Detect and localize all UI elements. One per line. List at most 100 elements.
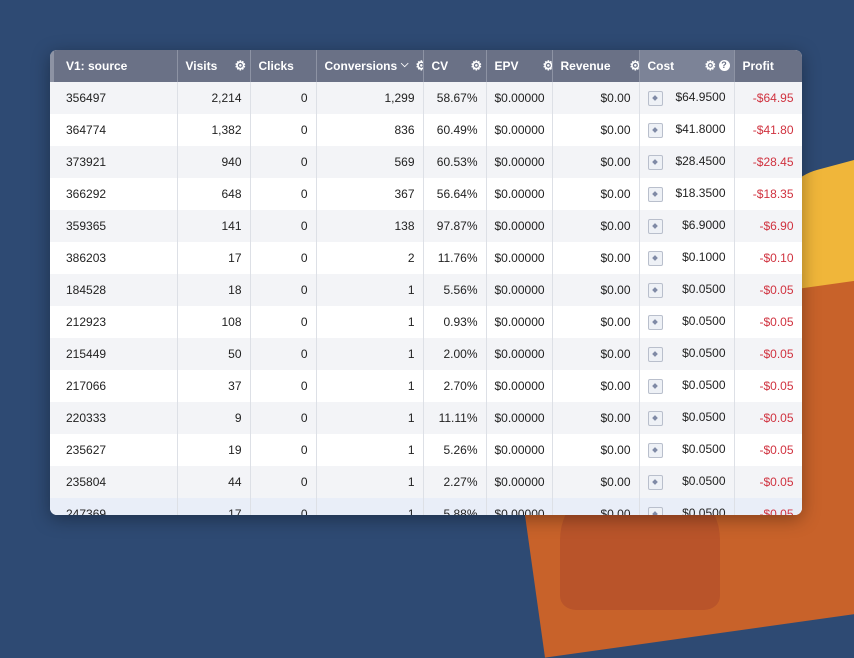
column-header-revenue[interactable]: Revenue ⚙ bbox=[552, 50, 640, 82]
table-row[interactable]: 215449 50 0 1 2.00% $0.00000 $0.00 $0.0500 -$0.0… bbox=[50, 338, 802, 370]
cell-epv: $0.00000 bbox=[486, 82, 553, 114]
cost-edit-icon[interactable] bbox=[647, 507, 663, 515]
cell-value: 5.56% bbox=[443, 283, 478, 297]
table-row[interactable]: 235627 19 0 1 5.26% $0.00000 $0.00 $0.0500 -$0.0… bbox=[50, 434, 802, 466]
cell-value: $0.00 bbox=[600, 379, 631, 393]
cell-profit: -$6.90 bbox=[734, 210, 802, 242]
table-row[interactable]: 220333 9 0 1 11.11% $0.00000 $0.00 $0.0500 -$0.0… bbox=[50, 402, 802, 434]
cell-value: 1 bbox=[407, 315, 415, 329]
cell-visits: 108 bbox=[177, 306, 251, 338]
table-row[interactable]: 184528 18 0 1 5.56% $0.00000 $0.00 $0.0500 -$0.0… bbox=[50, 274, 802, 306]
column-header-epv[interactable]: EPV ⚙ bbox=[486, 50, 553, 82]
cell-value: $0.00000 bbox=[494, 155, 545, 169]
cell-cost[interactable]: $0.0500 bbox=[639, 306, 735, 338]
cell-cost[interactable]: $41.8000 bbox=[639, 114, 735, 146]
gear-icon[interactable]: ⚙ bbox=[471, 59, 484, 72]
cell-visits: 940 bbox=[177, 146, 251, 178]
cell-cost[interactable]: $0.1000 bbox=[639, 242, 735, 274]
cell-value: 0 bbox=[300, 219, 308, 233]
cost-edit-icon[interactable] bbox=[647, 251, 663, 266]
cell-value: 141 bbox=[221, 219, 242, 233]
table-row[interactable]: 373921 940 0 569 60.53% $0.00000 $0.00 $28.4500… bbox=[50, 146, 802, 178]
table-row[interactable]: 356497 2,214 0 1,299 58.67% $0.00000 $0.00 $64.… bbox=[50, 82, 802, 114]
cell-clicks: 0 bbox=[250, 210, 317, 242]
column-label: Cost bbox=[647, 59, 675, 73]
gear-icon[interactable]: ⚙ bbox=[630, 59, 639, 72]
column-header-source[interactable]: V1: source bbox=[50, 50, 178, 82]
cell-visits: 37 bbox=[177, 370, 251, 402]
cell-clicks: 0 bbox=[250, 498, 317, 515]
cost-edit-icon[interactable] bbox=[647, 443, 663, 458]
cell-cost[interactable]: $28.4500 bbox=[639, 146, 735, 178]
chevron-down-icon[interactable]: ⌵ bbox=[401, 59, 409, 70]
cell-value: $0.0500 bbox=[682, 282, 726, 296]
cost-edit-icon[interactable] bbox=[647, 123, 663, 138]
cell-conversions: 1 bbox=[316, 338, 424, 370]
gear-icon[interactable]: ⚙ bbox=[416, 59, 423, 72]
gear-icon[interactable]: ⚙ bbox=[543, 59, 552, 72]
cell-conversions: 138 bbox=[316, 210, 424, 242]
cell-value: $0.00000 bbox=[494, 283, 545, 297]
cell-revenue: $0.00 bbox=[552, 242, 640, 274]
cell-source: 215449 bbox=[50, 338, 178, 370]
cost-edit-icon[interactable] bbox=[647, 379, 663, 394]
cell-value: -$41.80 bbox=[752, 123, 794, 137]
column-header-profit[interactable]: Profit bbox=[734, 50, 802, 82]
column-header-visits[interactable]: Visits ⚙ bbox=[177, 50, 251, 82]
cost-edit-icon[interactable] bbox=[647, 283, 663, 298]
column-resize-handle[interactable] bbox=[50, 50, 54, 82]
cost-edit-icon[interactable] bbox=[647, 347, 663, 362]
table-row[interactable]: 235804 44 0 1 2.27% $0.00000 $0.00 $0.0500 -$0.0… bbox=[50, 466, 802, 498]
cell-cost[interactable]: $0.0500 bbox=[639, 370, 735, 402]
help-icon[interactable]: ? bbox=[718, 60, 730, 71]
cell-value: -$0.05 bbox=[759, 283, 794, 297]
cell-value: 0 bbox=[300, 155, 308, 169]
cell-value: 0 bbox=[300, 347, 308, 361]
cell-value: 58.67% bbox=[436, 91, 478, 105]
cell-value: 17 bbox=[228, 507, 242, 515]
cost-edit-icon[interactable] bbox=[647, 187, 663, 202]
column-label: Clicks bbox=[258, 59, 294, 73]
cost-edit-icon[interactable] bbox=[647, 219, 663, 234]
cell-cost[interactable]: $0.0500 bbox=[639, 338, 735, 370]
cost-edit-icon[interactable] bbox=[647, 91, 663, 106]
column-header-conversions[interactable]: Conversions ⌵ ⚙ bbox=[316, 50, 424, 82]
cell-value: 359365 bbox=[66, 219, 107, 233]
table-row[interactable]: 359365 141 0 138 97.87% $0.00000 $0.00 $6.9000 -… bbox=[50, 210, 802, 242]
table-row[interactable]: 364774 1,382 0 836 60.49% $0.00000 $0.00 $41.80… bbox=[50, 114, 802, 146]
cell-conversions: 1 bbox=[316, 498, 424, 515]
cell-value: $0.00 bbox=[600, 283, 631, 297]
cell-cost[interactable]: $0.0500 bbox=[639, 402, 735, 434]
cost-edit-icon[interactable] bbox=[647, 475, 663, 490]
cell-cv: 5.88% bbox=[423, 498, 487, 515]
table-row[interactable]: 212923 108 0 1 0.93% $0.00000 $0.00 $0.0500 -$0.… bbox=[50, 306, 802, 338]
column-header-cv[interactable]: CV ⚙ bbox=[423, 50, 487, 82]
cell-cost[interactable]: $0.0500 bbox=[639, 434, 735, 466]
cell-cost[interactable]: $0.0500 bbox=[639, 466, 735, 498]
cell-value: -$0.05 bbox=[759, 411, 794, 425]
cell-profit: -$0.05 bbox=[734, 402, 802, 434]
column-header-clicks[interactable]: Clicks bbox=[250, 50, 317, 82]
table-row[interactable]: 386203 17 0 2 11.76% $0.00000 $0.00 $0.1000 -$0.… bbox=[50, 242, 802, 274]
cost-edit-icon[interactable] bbox=[647, 411, 663, 426]
column-header-cost[interactable]: Cost ⚙ ? bbox=[639, 50, 735, 82]
cell-value: 18 bbox=[228, 283, 242, 297]
column-label: Profit bbox=[742, 59, 774, 73]
table-row[interactable]: 217066 37 0 1 2.70% $0.00000 $0.00 $0.0500 -$0.0… bbox=[50, 370, 802, 402]
gear-icon[interactable]: ⚙ bbox=[235, 59, 248, 72]
cost-edit-icon[interactable] bbox=[647, 315, 663, 330]
cell-value: $0.00000 bbox=[494, 507, 545, 515]
table-row[interactable]: 247369 17 0 1 5.88% $0.00000 $0.00 $0.0500 -$0.0… bbox=[50, 498, 802, 515]
cost-edit-icon[interactable] bbox=[647, 155, 663, 170]
cell-cost[interactable]: $18.3500 bbox=[639, 178, 735, 210]
cell-cost[interactable]: $6.9000 bbox=[639, 210, 735, 242]
gear-icon[interactable]: ⚙ bbox=[705, 59, 718, 72]
cell-epv: $0.00000 bbox=[486, 306, 553, 338]
cell-cost[interactable]: $0.0500 bbox=[639, 498, 735, 515]
table-row[interactable]: 366292 648 0 367 56.64% $0.00000 $0.00 $18.3500… bbox=[50, 178, 802, 210]
cell-cv: 11.11% bbox=[423, 402, 487, 434]
cell-value: 356497 bbox=[66, 91, 107, 105]
cell-cost[interactable]: $0.0500 bbox=[639, 274, 735, 306]
cell-profit: -$28.45 bbox=[734, 146, 802, 178]
cell-cost[interactable]: $64.9500 bbox=[639, 82, 735, 114]
